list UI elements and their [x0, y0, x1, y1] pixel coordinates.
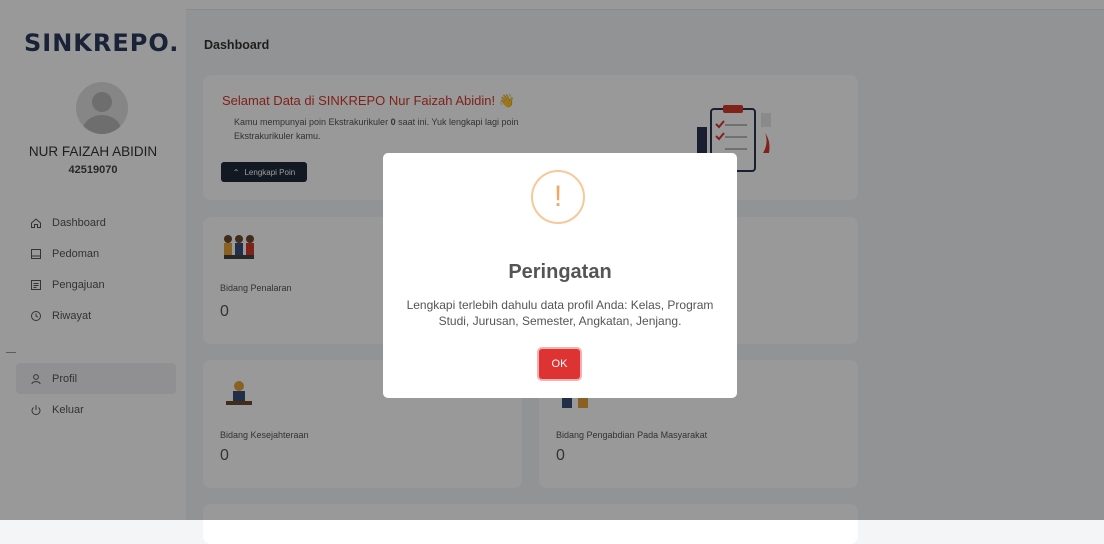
- dialog-title: Peringatan: [508, 261, 612, 283]
- ok-button[interactable]: OK: [539, 349, 580, 379]
- warning-dialog: ! Peringatan Lengkapi terlebih dahulu da…: [383, 153, 737, 398]
- warning-icon: !: [531, 170, 585, 224]
- dialog-message: Lengkapi terlebih dahulu data profil And…: [406, 298, 714, 328]
